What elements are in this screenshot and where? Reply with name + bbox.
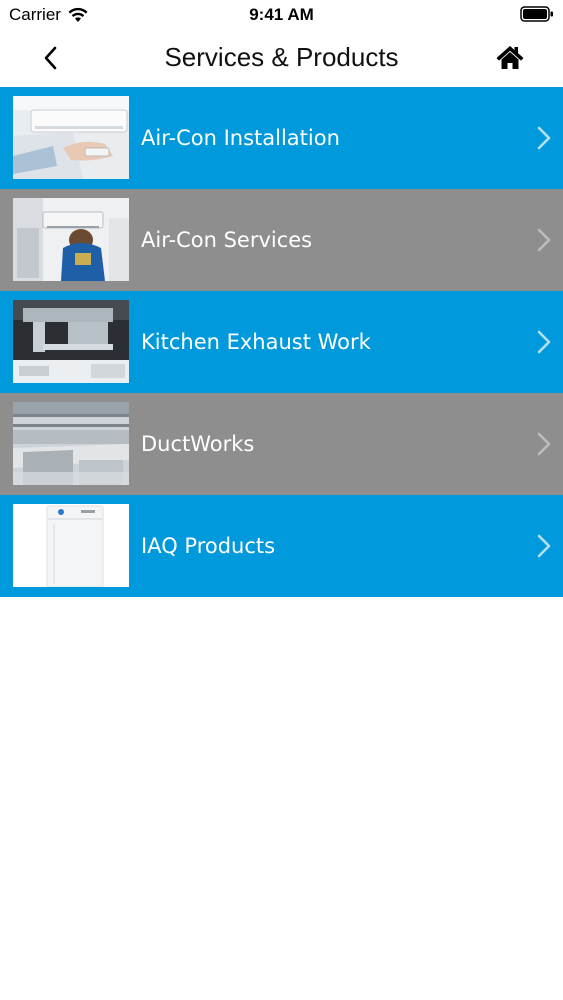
status-bar: Carrier 9:41 AM: [0, 0, 563, 30]
chevron-right-icon: [537, 228, 551, 252]
kitchen-exhaust-photo: [13, 300, 129, 383]
air-con-services-photo: [13, 198, 129, 281]
list-item-air-con-services[interactable]: Air-Con Services: [0, 189, 563, 291]
home-button[interactable]: [493, 40, 527, 74]
list-item-air-con-installation[interactable]: Air-Con Installation: [0, 87, 563, 189]
list-item-label: DuctWorks: [141, 432, 255, 456]
chevron-right-icon: [537, 534, 551, 558]
status-time: 9:41 AM: [249, 5, 314, 24]
list-item-kitchen-exhaust-work[interactable]: Kitchen Exhaust Work: [0, 291, 563, 393]
battery-icon: [520, 6, 553, 22]
list-item-label: Kitchen Exhaust Work: [141, 330, 371, 354]
list-item-ductworks[interactable]: DuctWorks: [0, 393, 563, 495]
ductworks-photo: [13, 402, 129, 485]
iaq-products-photo: [13, 504, 129, 587]
list-item-label: IAQ Products: [141, 534, 276, 558]
chevron-right-icon: [537, 330, 551, 354]
navigation-bar: Services & Products: [0, 30, 563, 86]
chevron-right-icon: [537, 126, 551, 150]
air-con-installation-photo: [13, 96, 129, 179]
home-icon: [496, 46, 524, 69]
page-title: Services & Products: [164, 42, 399, 72]
list-item-label: Air-Con Services: [141, 228, 313, 252]
chevron-right-icon: [537, 432, 551, 456]
list-item-label: Air-Con Installation: [141, 126, 340, 150]
list-item-iaq-products[interactable]: IAQ Products: [0, 495, 563, 597]
services-list: Air-Con Installation Air-Con Services Ki…: [0, 87, 563, 597]
